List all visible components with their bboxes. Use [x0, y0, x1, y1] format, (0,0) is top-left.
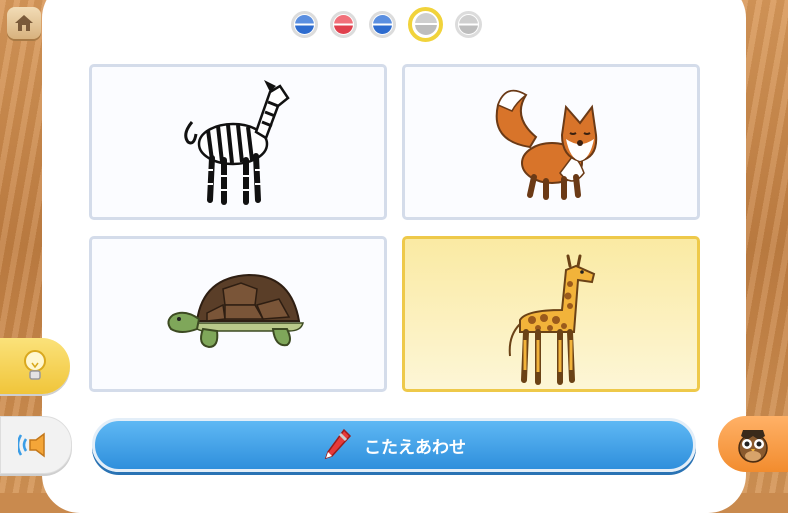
choice-card-zebra[interactable] — [89, 64, 387, 220]
owl-helper-button[interactable] — [718, 416, 788, 472]
speaker-icon — [18, 432, 45, 458]
sound-button[interactable] — [0, 416, 72, 474]
owl-icon — [738, 430, 768, 463]
giraffe-image — [508, 254, 596, 385]
check-answer-label: こたえあわせ — [364, 437, 466, 458]
home-button[interactable] — [7, 7, 41, 39]
tortoise-image — [167, 273, 304, 349]
zebra-image — [184, 80, 290, 205]
choice-card-fox[interactable] — [402, 64, 700, 220]
progress-dot-3 — [369, 10, 396, 38]
progress-dot-2 — [330, 10, 357, 38]
hint-button[interactable] — [0, 338, 70, 394]
choice-card-giraffe[interactable] — [402, 236, 700, 392]
home-icon — [15, 15, 33, 31]
progress-indicator — [291, 6, 482, 42]
progress-dot-4-current — [408, 6, 443, 42]
lightbulb-icon — [24, 350, 46, 380]
fox-image — [495, 89, 598, 200]
choice-card-tortoise[interactable] — [89, 236, 387, 392]
pen-icon — [324, 428, 352, 460]
progress-dot-1 — [291, 10, 318, 38]
progress-dot-5 — [455, 10, 482, 38]
check-answer-button[interactable]: こたえあわせ — [92, 418, 696, 472]
